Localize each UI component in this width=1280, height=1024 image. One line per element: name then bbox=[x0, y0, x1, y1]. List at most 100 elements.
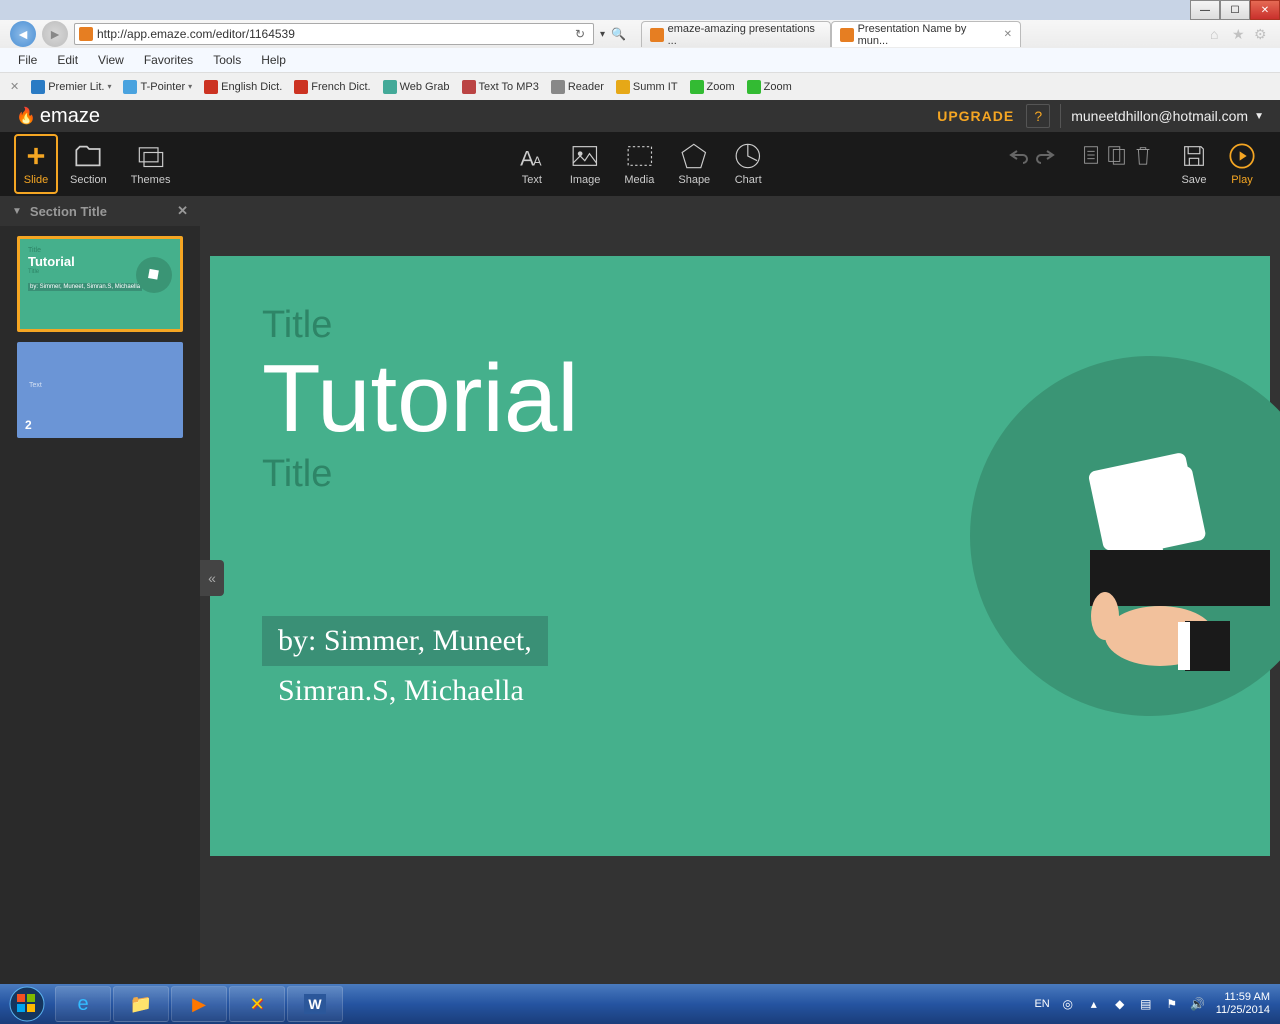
bookmark-icon bbox=[551, 80, 565, 94]
bookmark-item[interactable]: Premier Lit.▾ bbox=[31, 80, 111, 94]
bookmark-label: English Dict. bbox=[221, 81, 282, 93]
svg-text:A: A bbox=[533, 153, 542, 168]
nav-forward-icon[interactable]: ► bbox=[42, 21, 68, 47]
bookmark-item[interactable]: Zoom bbox=[690, 80, 735, 94]
task-app-x[interactable]: ✕ bbox=[229, 986, 285, 1022]
slide-thumbnail-2[interactable]: Text 2 bbox=[17, 342, 183, 438]
media-button[interactable]: Media bbox=[612, 142, 666, 186]
menu-edit[interactable]: Edit bbox=[49, 51, 86, 69]
bookmark-icon bbox=[383, 80, 397, 94]
delete-button[interactable] bbox=[1130, 142, 1156, 168]
refresh-icon[interactable]: ↻ bbox=[575, 27, 589, 41]
clock-time: 11:59 AM bbox=[1216, 991, 1270, 1004]
logo-flame-icon: 🔥 bbox=[16, 106, 36, 126]
bookmark-icon bbox=[294, 80, 308, 94]
shape-button[interactable]: Shape bbox=[666, 142, 722, 186]
byline-line1: by: Simmer, Muneet, bbox=[262, 616, 548, 666]
tab-label: Presentation Name by mun... bbox=[858, 23, 996, 47]
play-button[interactable]: Play bbox=[1218, 142, 1266, 186]
duplicate-button[interactable] bbox=[1104, 142, 1130, 168]
bookmark-item[interactable]: Zoom bbox=[747, 80, 792, 94]
menu-view[interactable]: View bbox=[90, 51, 132, 69]
tab-close-icon[interactable]: ✕ bbox=[1004, 29, 1012, 40]
user-dropdown-icon[interactable]: ▼ bbox=[1254, 111, 1264, 122]
favorites-icon[interactable]: ★ bbox=[1232, 26, 1248, 42]
user-email[interactable]: muneetdhillon@hotmail.com bbox=[1071, 108, 1248, 124]
browser-tab[interactable]: emaze-amazing presentations ... bbox=[641, 21, 831, 47]
menu-help[interactable]: Help bbox=[253, 51, 294, 69]
slide-button[interactable]: Slide bbox=[14, 134, 58, 194]
tray-lang[interactable]: EN bbox=[1034, 998, 1049, 1010]
win-minimize[interactable]: — bbox=[1190, 0, 1220, 20]
save-button[interactable]: Save bbox=[1170, 142, 1218, 186]
bookmark-item[interactable]: English Dict. bbox=[204, 80, 282, 94]
bookmark-item[interactable]: Reader bbox=[551, 80, 604, 94]
dropdown-icon[interactable]: ▾ bbox=[600, 29, 605, 40]
bookmark-item[interactable]: French Dict. bbox=[294, 80, 370, 94]
tray-volume-icon[interactable]: 🔊 bbox=[1190, 996, 1206, 1012]
undo-button[interactable] bbox=[1006, 142, 1032, 168]
tray-chevron-icon[interactable]: ▴ bbox=[1086, 996, 1102, 1012]
browser-tab-active[interactable]: Presentation Name by mun... ✕ bbox=[831, 21, 1021, 47]
slide-canvas[interactable]: Title Tutorial Title by: Simmer, Muneet,… bbox=[210, 256, 1270, 856]
play-icon bbox=[1228, 142, 1256, 170]
close-section-icon[interactable]: ✕ bbox=[177, 203, 188, 219]
bookmark-item[interactable]: Web Grab bbox=[383, 80, 450, 94]
nav-back-icon[interactable]: ◄ bbox=[10, 21, 36, 47]
search-icon[interactable]: 🔍 bbox=[611, 27, 625, 41]
slide-title-label[interactable]: Title bbox=[262, 304, 1270, 347]
url-input[interactable]: http://app.emaze.com/editor/1164539 ↻ bbox=[74, 23, 594, 45]
menu-tools[interactable]: Tools bbox=[205, 51, 249, 69]
menu-favorites[interactable]: Favorites bbox=[136, 51, 201, 69]
tray-sync-icon[interactable]: ◎ bbox=[1060, 996, 1076, 1012]
image-button[interactable]: Image bbox=[558, 142, 613, 186]
slide-thumbnail-1[interactable]: Title Tutorial Title by: Simmer, Muneet,… bbox=[17, 236, 183, 332]
bookmark-item[interactable]: Summ IT bbox=[616, 80, 678, 94]
task-word[interactable]: W bbox=[287, 986, 343, 1022]
bookmarks-bar: ✕ Premier Lit.▾ T-Pointer▾ English Dict. Fr… bbox=[0, 72, 1280, 100]
menu-file[interactable]: File bbox=[10, 51, 45, 69]
task-explorer[interactable]: 📁 bbox=[113, 986, 169, 1022]
win-maximize[interactable]: ☐ bbox=[1220, 0, 1250, 20]
chart-icon bbox=[734, 142, 762, 170]
undo-icon bbox=[1007, 143, 1031, 167]
win-close[interactable] bbox=[1250, 0, 1280, 20]
emaze-logo[interactable]: 🔥 emaze bbox=[16, 105, 100, 128]
collapse-icon[interactable]: ▼ bbox=[12, 206, 22, 217]
bookmark-icon bbox=[204, 80, 218, 94]
upgrade-button[interactable]: UPGRADE bbox=[925, 108, 1026, 124]
task-ie[interactable]: e bbox=[55, 986, 111, 1022]
thumb-text-label: Text bbox=[29, 382, 42, 389]
ie-icon: e bbox=[77, 993, 88, 1016]
redo-button[interactable] bbox=[1032, 142, 1058, 168]
panel-collapse-button[interactable]: « bbox=[200, 560, 224, 596]
folder-icon: 📁 bbox=[130, 994, 152, 1015]
bookmark-item[interactable]: Text To MP3 bbox=[462, 80, 539, 94]
tray-flag-icon[interactable]: ⚑ bbox=[1164, 996, 1180, 1012]
bookmark-label: Zoom bbox=[707, 81, 735, 93]
thumb-byline: by: Simmer, Muneet, Simran.S, Michaella bbox=[28, 283, 142, 291]
copy-button[interactable] bbox=[1078, 142, 1104, 168]
logo-text: emaze bbox=[40, 105, 100, 128]
bookmark-item[interactable]: T-Pointer▾ bbox=[123, 80, 192, 94]
chart-button[interactable]: Chart bbox=[722, 142, 774, 186]
home-icon[interactable]: ⌂ bbox=[1210, 26, 1226, 42]
tray-app-icon[interactable]: ◆ bbox=[1112, 996, 1128, 1012]
divider bbox=[1060, 104, 1061, 128]
help-button[interactable]: ? bbox=[1026, 104, 1050, 128]
section-button[interactable]: Section bbox=[58, 142, 119, 186]
url-text: http://app.emaze.com/editor/1164539 bbox=[97, 27, 295, 41]
tray-clock[interactable]: 11:59 AM 11/25/2014 bbox=[1216, 991, 1270, 1017]
bookmark-label: T-Pointer bbox=[140, 81, 185, 93]
tool-label: Shape bbox=[678, 174, 710, 186]
close-tools-icon[interactable]: ✕ bbox=[10, 80, 19, 93]
bookmark-icon bbox=[747, 80, 761, 94]
bookmark-icon bbox=[31, 80, 45, 94]
tray-network-icon[interactable]: ▤ bbox=[1138, 996, 1154, 1012]
gear-icon[interactable]: ⚙ bbox=[1254, 26, 1270, 42]
task-media[interactable]: ▶ bbox=[171, 986, 227, 1022]
text-button[interactable]: AA Text bbox=[506, 142, 558, 186]
themes-button[interactable]: Themes bbox=[119, 142, 183, 186]
start-button[interactable] bbox=[0, 984, 54, 1024]
themes-icon bbox=[137, 142, 165, 170]
